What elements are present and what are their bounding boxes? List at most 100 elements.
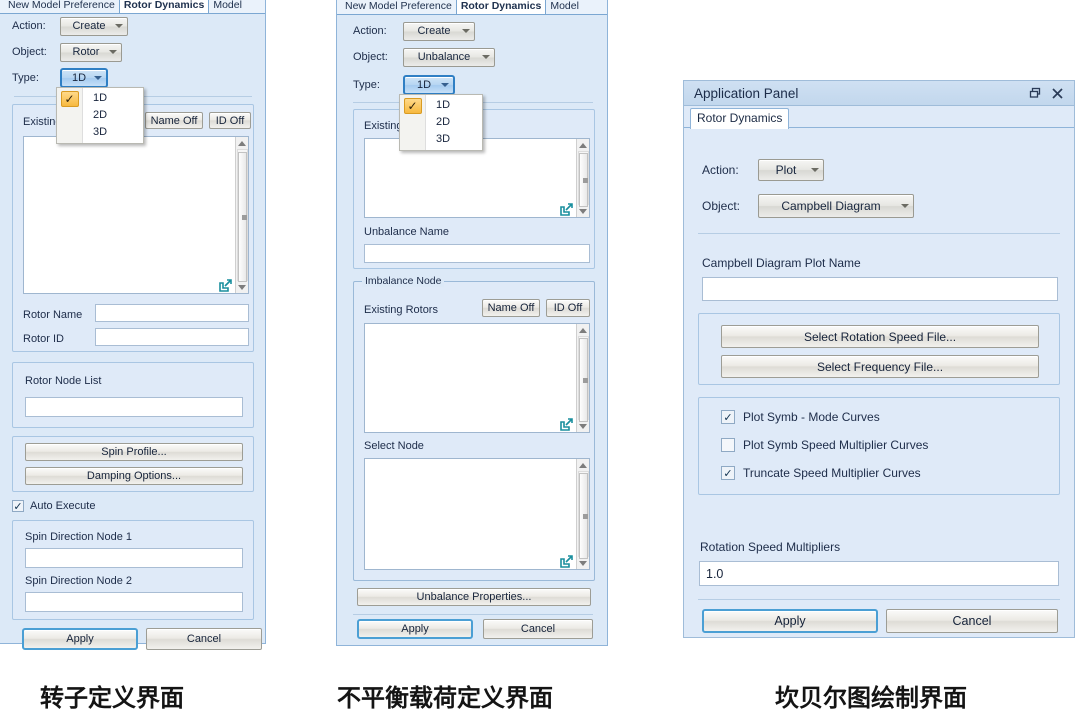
caption-panel3: 坎贝尔图绘制界面 bbox=[775, 684, 967, 712]
type-dropdown-popup[interactable]: ✓ 1D 2D 3D bbox=[56, 87, 144, 144]
plot-symb-speed-multiplier-curves-checkbox[interactable]: ✓ bbox=[721, 438, 735, 452]
popup-item-3d[interactable]: 3D bbox=[426, 131, 482, 148]
existing-unbalance-scrollbar[interactable] bbox=[576, 139, 589, 217]
rotor-name-input[interactable] bbox=[95, 304, 249, 322]
popup-item-2d[interactable]: 2D bbox=[426, 114, 482, 131]
rotor-id-input[interactable] bbox=[95, 328, 249, 346]
select-node-listbox[interactable] bbox=[364, 458, 590, 570]
object-label: Object: bbox=[702, 199, 741, 213]
plot-name-input[interactable] bbox=[702, 277, 1058, 301]
scroll-track[interactable] bbox=[577, 151, 589, 207]
checkbox-label: Plot Symb - Mode Curves bbox=[743, 410, 880, 424]
panel1-rotor-node-list-group: Rotor Node List bbox=[12, 362, 254, 428]
scroll-thumb[interactable] bbox=[578, 153, 588, 207]
select-frequency-file-button[interactable]: Select Frequency File... bbox=[721, 355, 1039, 378]
object-dropdown[interactable]: Campbell Diagram bbox=[758, 194, 914, 218]
select-node-scrollbar[interactable] bbox=[576, 459, 589, 569]
tab-rotor-dynamics[interactable]: Rotor Dynamics bbox=[690, 108, 790, 129]
id-off-button[interactable]: ID Off bbox=[209, 112, 251, 129]
object-label: Object: bbox=[12, 46, 47, 58]
spin-direction-node-2-input[interactable] bbox=[25, 592, 243, 612]
scroll-down-icon[interactable] bbox=[236, 281, 249, 293]
action-dropdown-value: Create bbox=[72, 20, 106, 32]
chevron-down-icon bbox=[462, 29, 470, 33]
type-dropdown[interactable]: 1D bbox=[60, 68, 108, 88]
unbalance-properties-button[interactable]: Unbalance Properties... bbox=[357, 588, 591, 606]
scroll-track[interactable] bbox=[236, 149, 248, 282]
expand-arrow-icon[interactable] bbox=[560, 203, 574, 216]
scroll-up-icon[interactable] bbox=[236, 137, 249, 149]
expand-arrow-icon[interactable] bbox=[219, 279, 233, 292]
scroll-up-icon[interactable] bbox=[577, 139, 590, 151]
existing-rotors-scrollbar[interactable] bbox=[576, 324, 589, 432]
scroll-track[interactable] bbox=[577, 336, 589, 422]
apply-button[interactable]: Apply bbox=[22, 628, 138, 650]
checkbox-row-truncate-speed-multiplier-curves[interactable]: ✓ Truncate Speed Multiplier Curves bbox=[721, 466, 921, 480]
popup-item-1d[interactable]: 1D bbox=[83, 90, 143, 107]
object-dropdown-value: Rotor bbox=[72, 46, 100, 58]
tab-new-model-preference[interactable]: New Model Preference bbox=[341, 0, 456, 14]
popup-item-2d[interactable]: 2D bbox=[83, 107, 143, 124]
expand-arrow-icon[interactable] bbox=[560, 418, 574, 431]
damping-options-button[interactable]: Damping Options... bbox=[25, 467, 243, 485]
existing-rotors-scrollbar[interactable] bbox=[235, 137, 248, 293]
panel2-imbalance-node-group: Imbalance Node Existing Rotors Name Off … bbox=[353, 275, 595, 581]
scroll-up-icon[interactable] bbox=[577, 459, 590, 471]
popup-item-1d[interactable]: 1D bbox=[426, 97, 482, 114]
action-dropdown[interactable]: Create bbox=[60, 16, 128, 36]
action-dropdown[interactable]: Create bbox=[403, 21, 475, 41]
type-dropdown[interactable]: 1D bbox=[403, 75, 455, 95]
rotation-speed-multipliers-input[interactable]: 1.0 bbox=[699, 561, 1059, 586]
name-off-button[interactable]: Name Off bbox=[482, 299, 540, 317]
rotor-node-list-input[interactable] bbox=[25, 397, 243, 417]
cancel-button[interactable]: Cancel bbox=[886, 609, 1058, 633]
panel2-action-row: Action: Create bbox=[353, 19, 475, 43]
apply-button[interactable]: Apply bbox=[702, 609, 878, 633]
scroll-up-icon[interactable] bbox=[577, 324, 590, 336]
select-rotation-speed-file-button[interactable]: Select Rotation Speed File... bbox=[721, 325, 1039, 348]
object-dropdown[interactable]: Rotor bbox=[60, 42, 122, 62]
spin-profile-button[interactable]: Spin Profile... bbox=[25, 443, 243, 461]
type-dropdown-value: 1D bbox=[416, 79, 432, 91]
checkbox-row-plot-symb-mode-curves[interactable]: ✓ Plot Symb - Mode Curves bbox=[721, 410, 880, 424]
action-label: Action: bbox=[702, 163, 739, 177]
close-icon[interactable] bbox=[1046, 83, 1068, 103]
panel3-action-row: Action: Plot bbox=[702, 157, 824, 183]
rotor-definition-panel: New Model Preference Rotor Dynamics Mode… bbox=[0, 0, 266, 650]
existing-rotors-label: Existing Rotors bbox=[364, 304, 438, 316]
tab-new-model-preference[interactable]: New Model Preference bbox=[4, 0, 119, 13]
type-dropdown-popup[interactable]: ✓ 1D 2D 3D bbox=[399, 94, 483, 151]
cancel-button[interactable]: Cancel bbox=[483, 619, 593, 639]
expand-arrow-icon[interactable] bbox=[560, 555, 574, 568]
truncate-speed-multiplier-curves-checkbox[interactable]: ✓ bbox=[721, 466, 735, 480]
scroll-track[interactable] bbox=[577, 471, 589, 559]
auto-execute-row[interactable]: ✓ Auto Execute bbox=[12, 500, 95, 513]
existing-rotors-listbox[interactable] bbox=[364, 323, 590, 433]
existing-rotors-listbox[interactable] bbox=[23, 136, 249, 294]
tab-model[interactable]: Model bbox=[209, 0, 246, 13]
plot-symb-mode-curves-checkbox[interactable]: ✓ bbox=[721, 410, 735, 424]
apply-button[interactable]: Apply bbox=[357, 619, 473, 639]
auto-execute-checkbox[interactable]: ✓ bbox=[12, 500, 24, 513]
name-off-button[interactable]: Name Off bbox=[145, 112, 203, 129]
action-dropdown[interactable]: Plot bbox=[758, 159, 824, 181]
tab-model[interactable]: Model bbox=[546, 0, 583, 14]
scroll-thumb[interactable] bbox=[237, 152, 247, 282]
tab-rotor-dynamics[interactable]: Rotor Dynamics bbox=[455, 0, 547, 14]
scroll-thumb[interactable] bbox=[578, 473, 588, 559]
tab-rotor-dynamics[interactable]: Rotor Dynamics bbox=[118, 0, 210, 13]
rotor-id-label: Rotor ID bbox=[23, 333, 64, 345]
panel3-tabbar: Rotor Dynamics bbox=[684, 106, 1074, 129]
id-off-button[interactable]: ID Off bbox=[546, 299, 590, 317]
cancel-button[interactable]: Cancel bbox=[146, 628, 262, 650]
object-dropdown[interactable]: Unbalance bbox=[403, 47, 495, 67]
restore-icon[interactable] bbox=[1024, 83, 1046, 103]
chevron-down-icon bbox=[441, 83, 449, 87]
selected-check-icon: ✓ bbox=[403, 98, 422, 114]
unbalance-name-input[interactable] bbox=[364, 244, 590, 263]
popup-item-3d[interactable]: 3D bbox=[83, 124, 143, 141]
panel3-divider-top bbox=[698, 233, 1060, 234]
checkbox-row-plot-symb-speed-multiplier-curves[interactable]: ✓ Plot Symb Speed Multiplier Curves bbox=[721, 438, 928, 452]
spin-direction-node-1-input[interactable] bbox=[25, 548, 243, 568]
scroll-thumb[interactable] bbox=[578, 338, 588, 422]
